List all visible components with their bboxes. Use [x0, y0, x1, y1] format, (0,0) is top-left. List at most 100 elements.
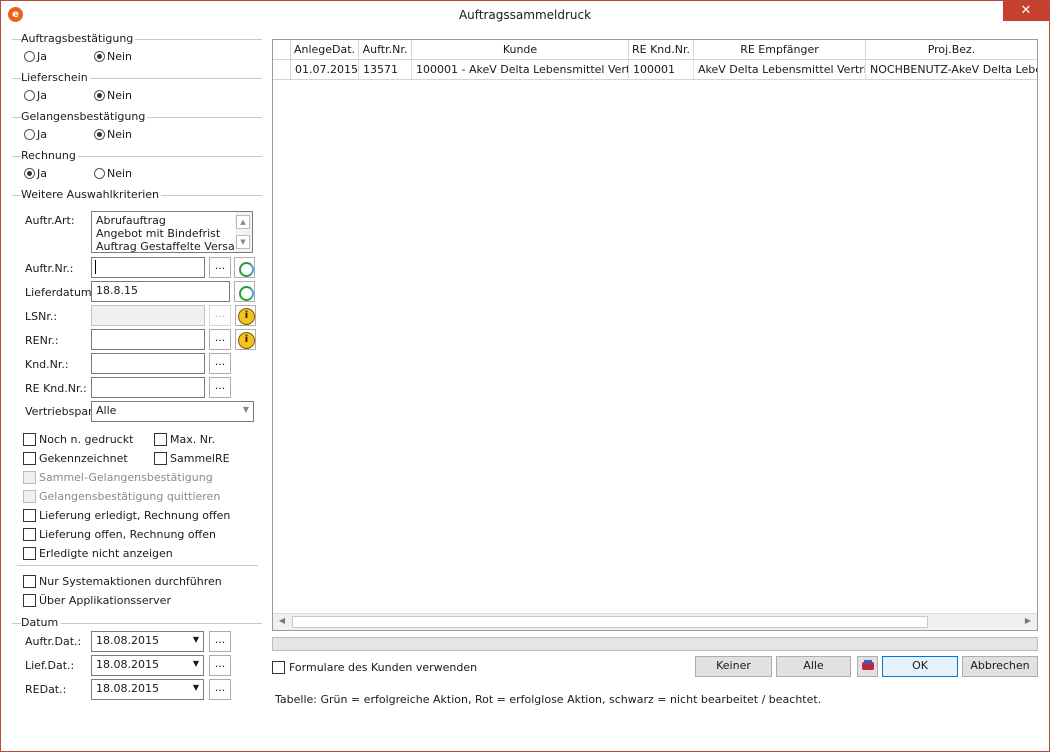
separator [17, 565, 258, 566]
dialog-window: e Auftragssammeldruck ✕ Auftragsbestätig… [0, 0, 1050, 752]
auftr-nr-input[interactable] [91, 257, 205, 278]
auftr-dat-value: 18.08.2015 [96, 634, 159, 647]
row-header[interactable] [273, 60, 291, 79]
table-row[interactable]: 01.07.2015 13571 100001 - AkeV Delta Leb… [273, 60, 1037, 80]
radio-auftragsbestaetigung-ja[interactable] [24, 51, 35, 62]
column-header[interactable]: Proj.Bez. [866, 40, 1037, 60]
re-knd-nr-browse-button[interactable]: ... [209, 377, 231, 398]
vertriebspart-dropdown[interactable]: Alle ▼ [91, 401, 254, 422]
checkbox-lieferung-offen[interactable] [23, 528, 36, 541]
group-label-gelangensbestaetigung: Gelangensbestätigung [21, 110, 148, 123]
print-icon[interactable] [857, 656, 878, 677]
auftr-dat-datepicker[interactable]: 18.08.2015 ▼ [91, 631, 204, 652]
radio-label-nein: Nein [107, 50, 133, 63]
checkbox-formulare[interactable] [272, 661, 285, 674]
lief-dat-label: Lief.Dat.: [25, 659, 75, 672]
checkbox-sammel-gelangens [23, 471, 36, 484]
label-formulare: Formulare des Kunden verwenden [289, 661, 478, 674]
auftr-nr-refresh-icon[interactable] [234, 257, 255, 278]
keiner-button[interactable]: Keiner [695, 656, 772, 677]
renr-browse-button[interactable]: ... [209, 329, 231, 350]
auftr-nr-browse-button[interactable]: ... [209, 257, 231, 278]
scroll-right-icon[interactable]: ▶ [1021, 616, 1035, 628]
chevron-down-icon: ▼ [192, 659, 199, 668]
lieferdatum-input[interactable]: 18.8.15 [91, 281, 230, 302]
list-item[interactable]: Angebot mit Bindefrist [96, 227, 220, 240]
radio-rechnung-ja[interactable] [24, 168, 35, 179]
re-dat-label: REDat.: [25, 683, 67, 696]
lief-dat-datepicker[interactable]: 18.08.2015 ▼ [91, 655, 204, 676]
label-erledigte-nicht: Erledigte nicht anzeigen [39, 547, 173, 560]
abbrechen-button[interactable]: Abbrechen [962, 656, 1038, 677]
lief-dat-browse-button[interactable]: ... [209, 655, 231, 676]
radio-auftragsbestaetigung-nein[interactable] [94, 51, 105, 62]
radio-rechnung-nein[interactable] [94, 168, 105, 179]
horizontal-scrollbar[interactable]: ◀ ▶ [273, 613, 1037, 630]
lsnr-input [91, 305, 205, 326]
results-table[interactable]: AnlegeDat. Auftr.Nr. Kunde RE Knd.Nr. RE… [272, 39, 1038, 631]
column-header[interactable]: Auftr.Nr. [359, 40, 412, 60]
lsnr-label: LSNr.: [25, 310, 58, 323]
renr-info-icon[interactable] [235, 329, 256, 350]
title-bar: e Auftragssammeldruck ✕ [1, 1, 1049, 29]
chevron-down-icon: ▼ [242, 405, 249, 414]
label-gekennzeichnet: Gekennzeichnet [39, 452, 128, 465]
checkbox-lieferung-erledigt[interactable] [23, 509, 36, 522]
radio-label-nein: Nein [107, 128, 133, 141]
re-dat-datepicker[interactable]: 18.08.2015 ▼ [91, 679, 204, 700]
table-cell[interactable]: 100001 - AkeV Delta Lebensmittel Vertrie… [412, 60, 629, 79]
scroll-down-icon[interactable]: ▼ [236, 235, 250, 249]
label-sammel-re: SammelRE [170, 452, 230, 465]
lieferdatum-refresh-icon[interactable] [234, 281, 255, 302]
re-knd-nr-label: RE Knd.Nr.: [25, 382, 87, 395]
column-header[interactable]: Kunde [412, 40, 629, 60]
column-header[interactable]: AnlegeDat. [291, 40, 359, 60]
label-noch-nicht-gedruckt: Noch n. gedruckt [39, 433, 134, 446]
table-cell[interactable]: 13571 [359, 60, 412, 79]
checkbox-sammel-re[interactable] [154, 452, 167, 465]
radio-label-nein: Nein [107, 89, 133, 102]
knd-nr-browse-button[interactable]: ... [209, 353, 231, 374]
label-max-nr: Max. Nr. [170, 433, 215, 446]
radio-gelangensbestaetigung-nein[interactable] [94, 129, 105, 140]
group-label-datum: Datum [21, 616, 61, 629]
row-header-corner [273, 40, 291, 60]
column-header[interactable]: RE Empfänger [694, 40, 866, 60]
close-button[interactable]: ✕ [1003, 1, 1049, 21]
scroll-left-icon[interactable]: ◀ [275, 616, 289, 628]
radio-lieferschein-nein[interactable] [94, 90, 105, 101]
alle-button[interactable]: Alle [776, 656, 851, 677]
table-cell[interactable]: 01.07.2015 [291, 60, 359, 79]
lsnr-info-icon[interactable] [235, 305, 256, 326]
checkbox-max-nr[interactable] [154, 433, 167, 446]
lief-dat-value: 18.08.2015 [96, 658, 159, 671]
renr-input[interactable] [91, 329, 205, 350]
radio-label-ja: Ja [37, 167, 47, 180]
checkbox-nur-system[interactable] [23, 575, 36, 588]
label-sammel-gelangens: Sammel-Gelangensbestätigung [39, 471, 213, 484]
checkbox-erledigte-nicht[interactable] [23, 547, 36, 560]
auftr-dat-browse-button[interactable]: ... [209, 631, 231, 652]
checkbox-noch-nicht-gedruckt[interactable] [23, 433, 36, 446]
table-cell[interactable]: AkeV Delta Lebensmittel Vertriebs [694, 60, 866, 79]
ok-button[interactable]: OK [882, 656, 958, 677]
re-knd-nr-input[interactable] [91, 377, 205, 398]
lsnr-browse-button: ... [209, 305, 231, 326]
label-nur-system: Nur Systemaktionen durchführen [39, 575, 222, 588]
radio-gelangensbestaetigung-ja[interactable] [24, 129, 35, 140]
auftr-art-listbox[interactable]: Abrufauftrag Angebot mit Bindefrist Auft… [91, 211, 253, 253]
re-dat-browse-button[interactable]: ... [209, 679, 231, 700]
listbox-scrollbar[interactable]: ▲ ▼ [235, 212, 252, 252]
radio-lieferschein-ja[interactable] [24, 90, 35, 101]
knd-nr-input[interactable] [91, 353, 205, 374]
group-label-rechnung: Rechnung [21, 149, 78, 162]
scroll-up-icon[interactable]: ▲ [236, 215, 250, 229]
table-cell[interactable]: NOCHBENUTZ-AkeV Delta Lebens [866, 60, 1037, 79]
checkbox-ueber-app[interactable] [23, 594, 36, 607]
list-item[interactable]: Auftrag Gestaffelte Versandkc [96, 240, 252, 252]
checkbox-gekennzeichnet[interactable] [23, 452, 36, 465]
table-cell[interactable]: 100001 [629, 60, 694, 79]
list-item[interactable]: Abrufauftrag [96, 214, 166, 227]
column-header[interactable]: RE Knd.Nr. [629, 40, 694, 60]
scroll-thumb[interactable] [292, 616, 928, 628]
